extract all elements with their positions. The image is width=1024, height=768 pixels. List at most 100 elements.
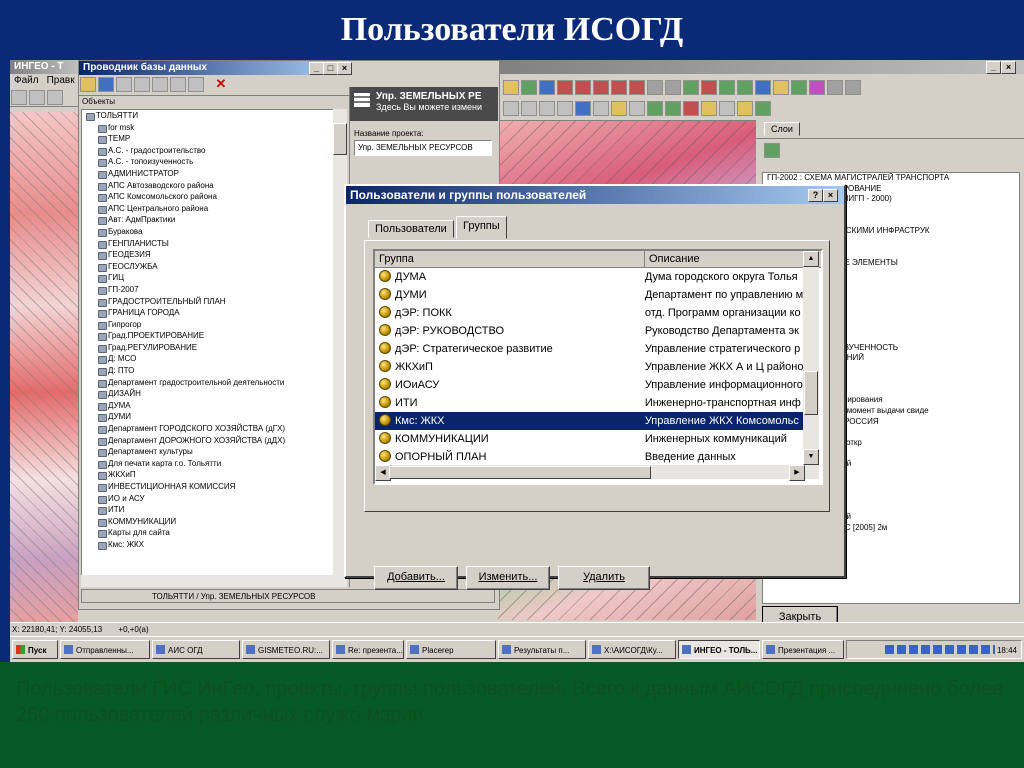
tree-item[interactable]: ДИЗАЙН: [82, 388, 334, 400]
tree-item[interactable]: Департамент ГОРОДСКОГО ХОЗЯЙСТВА (дГХ): [82, 423, 334, 435]
group-row[interactable]: ИТИ Инженерно-транспортная инф: [375, 394, 805, 412]
close-icon[interactable]: ×: [1001, 61, 1016, 74]
toolbar-icon[interactable]: [11, 90, 27, 105]
toolbar-icon[interactable]: [29, 90, 45, 105]
tab-layers[interactable]: Слои: [764, 122, 800, 136]
delete-icon[interactable]: ✕: [215, 76, 226, 92]
tool-icon[interactable]: [575, 80, 591, 95]
layer-item[interactable]: ГП-2002 : СХЕМА МАГИСТРАЛЕЙ ТРАНСПОРТА: [763, 173, 1019, 184]
groups-vscrollbar[interactable]: ▲ ▼: [803, 251, 819, 465]
tree-item[interactable]: Для печати карта г.о. Тольятти: [82, 458, 334, 470]
group-row[interactable]: Кмс: ЖКХ Управление ЖКХ Комсомольс: [375, 412, 805, 430]
tree-item[interactable]: ДУМА: [82, 400, 334, 412]
maximize-icon[interactable]: □: [323, 62, 338, 75]
tool-icon[interactable]: [593, 101, 609, 116]
tree-item[interactable]: Департамент культуры: [82, 446, 334, 458]
menu-file[interactable]: Файл: [10, 74, 43, 88]
tool-icon[interactable]: [647, 80, 663, 95]
group-row[interactable]: дЭР: РУКОВОДСТВО Руководство Департамента…: [375, 322, 805, 340]
tree-item[interactable]: Департамент ДОРОЖНОГО ХОЗЯЙСТВА (дДХ): [82, 435, 334, 447]
tree-item[interactable]: АПС Комсомольского района: [82, 191, 334, 203]
project-name-field[interactable]: Упр. ЗЕМЕЛЬНЫХ РЕСУРСОВ: [354, 140, 492, 156]
tool-icon[interactable]: [665, 101, 681, 116]
tool-icon[interactable]: [701, 101, 717, 116]
tree-hscrollbar[interactable]: [81, 575, 347, 587]
tool-icon[interactable]: [773, 80, 789, 95]
column-group[interactable]: Группа: [375, 251, 645, 267]
taskbar-item[interactable]: Презентация ...: [762, 640, 844, 659]
group-row[interactable]: КОММУНИКАЦИИ Инженерных коммуникаций: [375, 430, 805, 448]
tool-icon[interactable]: [755, 80, 771, 95]
taskbar-item[interactable]: GISMETEO.RU:...: [242, 640, 330, 659]
tree-item[interactable]: Д: ПТО: [82, 365, 334, 377]
tool-icon[interactable]: [737, 101, 753, 116]
tree-item[interactable]: Град.РЕГУЛИРОВАНИЕ: [82, 342, 334, 354]
tool-icon[interactable]: [539, 101, 555, 116]
refresh-icon[interactable]: [80, 77, 96, 92]
tree-item[interactable]: АДМИНИСТРАТОР: [82, 168, 334, 180]
tool-icon[interactable]: [719, 101, 735, 116]
tree-item[interactable]: for msk: [82, 122, 334, 134]
tool-icon[interactable]: [827, 80, 843, 95]
tool-icon[interactable]: [593, 80, 609, 95]
tool-icon[interactable]: [719, 80, 735, 95]
group-row[interactable]: дЭР: ПОКК отд. Программ организации ко: [375, 304, 805, 322]
tool-icon[interactable]: [683, 80, 699, 95]
new-icon[interactable]: [116, 77, 132, 92]
tool-icon[interactable]: [665, 80, 681, 95]
minimize-icon[interactable]: _: [986, 61, 1001, 74]
tree-item[interactable]: КОММУНИКАЦИИ: [82, 516, 334, 528]
tree-item[interactable]: ГИЦ: [82, 272, 334, 284]
menu-edit[interactable]: Правк: [43, 74, 79, 88]
tree-item[interactable]: ГРАДОСТРОИТЕЛЬНЫЙ ПЛАН: [82, 296, 334, 308]
tool-icon[interactable]: [629, 80, 645, 95]
map-view-left[interactable]: [10, 112, 78, 622]
tool-icon[interactable]: [701, 80, 717, 95]
tree-root[interactable]: ТОЛЬЯТТИ: [82, 110, 334, 122]
scroll-right-icon[interactable]: ▶: [789, 465, 805, 481]
tree-item[interactable]: ГРАНИЦА ГОРОДА: [82, 307, 334, 319]
tree-item[interactable]: ЖКХиП: [82, 469, 334, 481]
tool-icon[interactable]: [503, 80, 519, 95]
column-description[interactable]: Описание: [645, 251, 815, 267]
delete-button[interactable]: Удалить: [558, 566, 650, 590]
tree-item[interactable]: Департамент градостроительной деятельнос…: [82, 377, 334, 389]
tool-icon[interactable]: [539, 80, 555, 95]
group-row[interactable]: ЖКХиП Управление ЖКХ А и Ц районо: [375, 358, 805, 376]
close-icon[interactable]: ×: [337, 62, 352, 75]
tool-icon[interactable]: [755, 101, 771, 116]
tool-icon[interactable]: [152, 77, 168, 92]
tool-icon[interactable]: [557, 101, 573, 116]
taskbar-item[interactable]: X:\АИСОГД\Ку...: [588, 640, 676, 659]
minimize-icon[interactable]: _: [309, 62, 324, 75]
help-icon[interactable]: ?: [808, 189, 823, 202]
group-row[interactable]: ДУМА Дума городского округа Толья: [375, 268, 805, 286]
tree-item[interactable]: АПС Центрального района: [82, 203, 334, 215]
tool-icon[interactable]: [791, 80, 807, 95]
tab-users[interactable]: Пользователи: [368, 220, 454, 238]
edit-button[interactable]: Изменить...: [466, 566, 550, 590]
taskbar-item[interactable]: АИС ОГД: [152, 640, 240, 659]
tree-item[interactable]: ИНВЕСТИЦИОННАЯ КОМИССИЯ: [82, 481, 334, 493]
tool-icon[interactable]: [575, 101, 591, 116]
scroll-up-icon[interactable]: ▲: [803, 251, 819, 267]
tree-item[interactable]: А.С. - топоизученность: [82, 156, 334, 168]
tree-item[interactable]: Буракова: [82, 226, 334, 238]
taskbar-item[interactable]: Результаты п...: [498, 640, 586, 659]
tool-icon[interactable]: [737, 80, 753, 95]
scroll-down-icon[interactable]: ▼: [803, 449, 819, 465]
group-row[interactable]: ОПОРНЫЙ ПЛАН Введение данных: [375, 448, 805, 466]
tool-icon[interactable]: [503, 101, 519, 116]
taskbar-item[interactable]: Placerep: [406, 640, 496, 659]
tree-item[interactable]: Град.ПРОЕКТИРОВАНИЕ: [82, 330, 334, 342]
layer-tool-icon[interactable]: [764, 143, 780, 158]
close-icon[interactable]: ×: [823, 189, 838, 202]
taskbar-item[interactable]: ИНГЕО - ТОЛЬ...: [678, 640, 760, 659]
group-row[interactable]: ИОиАСУ Управление информационного: [375, 376, 805, 394]
tool-icon[interactable]: [647, 101, 663, 116]
start-button[interactable]: Пуск: [12, 640, 58, 659]
tool-icon[interactable]: [521, 101, 537, 116]
tool-icon[interactable]: [845, 80, 861, 95]
tool-icon[interactable]: [170, 77, 186, 92]
tree-item[interactable]: Авт: АдмПрактики: [82, 214, 334, 226]
